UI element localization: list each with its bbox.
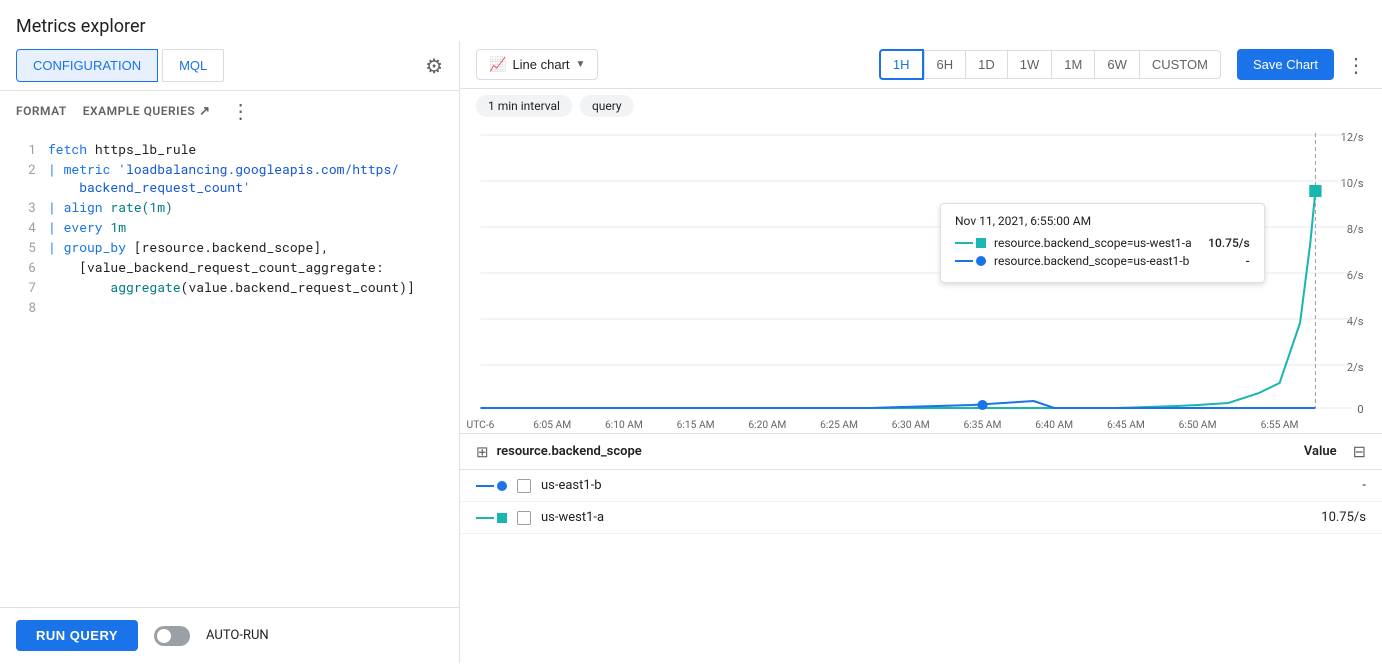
svg-text:6/s: 6/s (1347, 269, 1364, 282)
code-line-4: 4 | every 1m (0, 217, 459, 237)
chart-more-icon[interactable]: ⋮ (1346, 53, 1366, 77)
editor-more-icon[interactable]: ⋮ (231, 99, 251, 123)
time-btn-6w[interactable]: 6W (1094, 50, 1139, 79)
gear-icon[interactable]: ⚙ (425, 54, 443, 78)
run-query-button[interactable]: RUN QUERY (16, 620, 138, 651)
svg-text:6:05 AM: 6:05 AM (533, 420, 571, 431)
svg-text:6:45 AM: 6:45 AM (1107, 420, 1145, 431)
time-btn-1m[interactable]: 1M (1051, 50, 1094, 79)
code-line-1: 1 fetch https_lb_rule (0, 139, 459, 159)
svg-text:10/s: 10/s (1340, 177, 1363, 190)
legend-header: ⊞ resource.backend_scope Value ⊟ (460, 434, 1382, 470)
legend-dot-blue (497, 481, 507, 491)
svg-text:6:10 AM: 6:10 AM (605, 420, 643, 431)
format-label: FORMAT (16, 104, 67, 118)
time-btn-custom[interactable]: CUSTOM (1139, 50, 1221, 79)
svg-text:UTC-6: UTC-6 (467, 420, 495, 431)
tooltip-row-0: resource.backend_scope=us-west1-a 10.75/… (955, 236, 1250, 250)
legend-name-1: us-west1-a (541, 510, 1311, 525)
time-range-buttons: 1H 6H 1D 1W 1M 6W CUSTOM (879, 49, 1221, 80)
svg-text:12/s: 12/s (1340, 131, 1363, 144)
chart-toolbar: 📈 Line chart ▼ 1H 6H 1D 1W 1M 6W CUSTOM … (460, 41, 1382, 89)
external-link-icon: ↗ (199, 104, 210, 119)
tooltip-marker-blue (976, 256, 986, 266)
tooltip-marker-teal (976, 238, 986, 248)
tooltip-val-1: - (1200, 254, 1250, 268)
code-line-7: 7 aggregate(value.backend_request_count)… (0, 277, 459, 297)
dropdown-arrow-icon: ▼ (576, 59, 586, 70)
chip-query[interactable]: query (580, 95, 634, 117)
app-title: Metrics explorer (16, 8, 1366, 41)
code-line-2: 2 | metric 'loadbalancing.googleapis.com… (0, 159, 459, 197)
code-line-5: 5 | group_by [resource.backend_scope], (0, 237, 459, 257)
code-line-6: 6 [value_backend_request_count_aggregate… (0, 257, 459, 277)
legend-line-blue (476, 485, 494, 487)
svg-text:6:20 AM: 6:20 AM (748, 420, 786, 431)
legend-section: ⊞ resource.backend_scope Value ⊟ us-east… (460, 433, 1382, 534)
svg-text:6:25 AM: 6:25 AM (820, 420, 858, 431)
chart-tooltip: Nov 11, 2021, 6:55:00 AM resource.backen… (940, 203, 1265, 283)
legend-row-0: us-east1-b - (460, 470, 1382, 502)
tooltip-line-teal (955, 242, 973, 244)
legend-row-1: us-west1-a 10.75/s (460, 502, 1382, 534)
legend-value-label: Value (1304, 444, 1337, 459)
svg-text:6:30 AM: 6:30 AM (892, 420, 930, 431)
svg-text:6:15 AM: 6:15 AM (677, 420, 715, 431)
tooltip-title: Nov 11, 2021, 6:55:00 AM (955, 214, 1250, 228)
code-line-3: 3 | align rate(1m) (0, 197, 459, 217)
time-btn-1d[interactable]: 1D (965, 50, 1007, 79)
code-editor[interactable]: 1 fetch https_lb_rule 2 | metric 'loadba… (0, 131, 459, 607)
line-chart-icon: 📈 (489, 56, 506, 73)
svg-text:0: 0 (1357, 403, 1363, 416)
tooltip-val-0: 10.75/s (1200, 236, 1250, 250)
tooltip-key-1: resource.backend_scope=us-east1-b (994, 254, 1192, 268)
svg-text:6:50 AM: 6:50 AM (1179, 420, 1217, 431)
legend-value-0: - (1362, 478, 1366, 493)
chart-type-button[interactable]: 📈 Line chart ▼ (476, 49, 598, 80)
legend-bars-icon[interactable]: ⊟ (1353, 442, 1366, 461)
legend-checkbox-0[interactable] (517, 479, 531, 493)
chart-container: 12/s 10/s 8/s 6/s 4/s 2/s 0 (460, 123, 1382, 433)
legend-name-0: us-east1-b (541, 478, 1352, 493)
time-btn-1h[interactable]: 1H (879, 49, 924, 80)
tooltip-key-0: resource.backend_scope=us-west1-a (994, 236, 1192, 250)
example-queries-link[interactable]: EXAMPLE QUERIES ↗ (83, 104, 211, 119)
svg-text:6:55 AM: 6:55 AM (1261, 420, 1299, 431)
svg-text:6:40 AM: 6:40 AM (1035, 420, 1073, 431)
time-btn-1w[interactable]: 1W (1007, 50, 1052, 79)
bottom-bar: RUN QUERY AUTO-RUN (0, 607, 459, 663)
tab-mql[interactable]: MQL (162, 49, 224, 82)
chart-type-label: Line chart (512, 57, 569, 72)
svg-text:8/s: 8/s (1347, 223, 1364, 236)
autorun-toggle[interactable] (154, 626, 190, 646)
legend-line-teal (476, 517, 494, 519)
legend-title: resource.backend_scope (497, 444, 642, 459)
code-line-8: 8 (0, 297, 459, 317)
tooltip-row-1: resource.backend_scope=us-east1-b - (955, 254, 1250, 268)
time-btn-6h[interactable]: 6H (924, 50, 966, 79)
legend-grid-icon: ⊞ (476, 443, 489, 461)
svg-text:6:35 AM: 6:35 AM (964, 420, 1002, 431)
chart-area: 12/s 10/s 8/s 6/s 4/s 2/s 0 (460, 123, 1382, 663)
svg-text:4/s: 4/s (1347, 315, 1364, 328)
tab-configuration[interactable]: CONFIGURATION (16, 49, 158, 82)
save-chart-button[interactable]: Save Chart (1237, 49, 1334, 80)
chart-chips: 1 min interval query (460, 89, 1382, 123)
svg-text:2/s: 2/s (1347, 361, 1364, 374)
legend-dot-teal (497, 513, 507, 523)
left-toolbar: CONFIGURATION MQL ⚙ (0, 41, 459, 91)
legend-value-1: 10.75/s (1321, 510, 1366, 525)
left-panel: CONFIGURATION MQL ⚙ FORMAT EXAMPLE QUERI… (0, 41, 460, 663)
autorun-label: AUTO-RUN (206, 628, 269, 643)
tooltip-line-blue (955, 260, 973, 262)
right-panel: 📈 Line chart ▼ 1H 6H 1D 1W 1M 6W CUSTOM … (460, 41, 1382, 663)
chip-interval[interactable]: 1 min interval (476, 95, 572, 117)
legend-checkbox-1[interactable] (517, 511, 531, 525)
editor-meta: FORMAT EXAMPLE QUERIES ↗ ⋮ (0, 91, 459, 131)
